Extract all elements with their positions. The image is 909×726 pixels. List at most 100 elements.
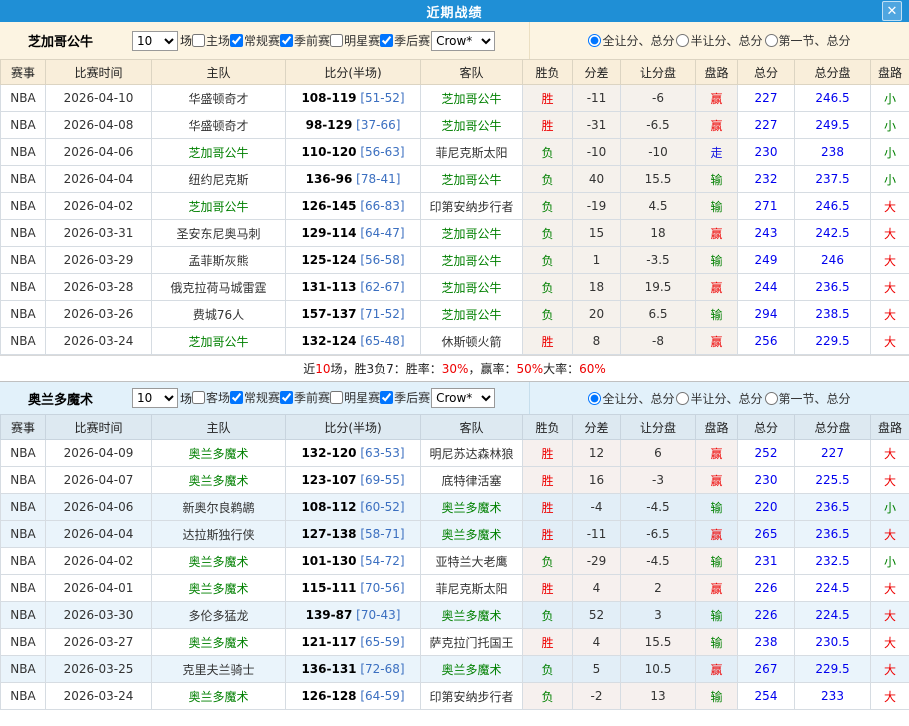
cell-league: NBA — [1, 166, 46, 193]
source-select[interactable]: Crow* — [431, 31, 495, 51]
period-radio[interactable]: 全让分、总分 — [588, 390, 674, 407]
radio-input[interactable] — [765, 34, 778, 47]
filter-checkbox[interactable]: 常规赛 — [230, 389, 280, 406]
checkbox-input[interactable] — [280, 391, 293, 404]
cell-over-under: 大 — [871, 328, 909, 355]
checkbox-input[interactable] — [192, 34, 205, 47]
cell-handicap-result: 输 — [696, 548, 738, 575]
table-row: NBA2026-03-31圣安东尼奥马刺129-114 [64-47]芝加哥公牛… — [1, 220, 909, 247]
cell-handicap-result: 赢 — [696, 440, 738, 467]
period-radio[interactable]: 半让分、总分 — [676, 390, 762, 407]
table-row: NBA2026-04-06新奥尔良鹈鹕108-112 [60-52]奥兰多魔术胜… — [1, 494, 909, 521]
filter-checkbox[interactable]: 明星赛 — [330, 389, 380, 406]
games-count-select[interactable]: 10 — [132, 388, 178, 408]
cell-total-line: 236.5 — [795, 521, 871, 548]
cell-total-line: 229.5 — [795, 656, 871, 683]
cell-handicap-line: 6 — [621, 440, 696, 467]
summary-segment: 60% — [579, 362, 606, 376]
column-header: 客队 — [421, 60, 523, 85]
radio-input[interactable] — [676, 392, 689, 405]
table-row: NBA2026-03-24奥兰多魔术126-128 [64-59]印第安纳步行者… — [1, 683, 909, 710]
filter-checkbox[interactable]: 季后赛 — [380, 389, 430, 406]
table-row: NBA2026-04-10华盛顿奇才108-119 [51-52]芝加哥公牛胜-… — [1, 85, 909, 112]
radio-input[interactable] — [676, 34, 689, 47]
radio-input[interactable] — [588, 392, 601, 405]
cell-total-points: 267 — [738, 656, 795, 683]
filter-checkbox[interactable]: 季前赛 — [280, 32, 330, 49]
cell-home-team: 芝加哥公牛 — [152, 139, 286, 166]
cell-home-team: 奥兰多魔术 — [152, 467, 286, 494]
cell-handicap-line: -8 — [621, 328, 696, 355]
cell-date: 2026-03-27 — [46, 629, 152, 656]
cell-point-diff: 40 — [573, 166, 621, 193]
summary-segment: 10 — [315, 362, 330, 376]
filter-checkbox[interactable]: 季后赛 — [380, 32, 430, 49]
cell-result: 负 — [523, 301, 573, 328]
source-select[interactable]: Crow* — [431, 388, 495, 408]
cell-over-under: 大 — [871, 440, 909, 467]
cell-home-team: 奥兰多魔术 — [152, 440, 286, 467]
checkbox-input[interactable] — [330, 34, 343, 47]
cell-over-under: 大 — [871, 575, 909, 602]
filter-checkbox[interactable]: 主场 — [192, 32, 230, 49]
cell-league: NBA — [1, 301, 46, 328]
cell-point-diff: -11 — [573, 85, 621, 112]
radio-input[interactable] — [765, 392, 778, 405]
filter-checkbox-group: 客场常规赛季前赛明星赛季后赛 — [192, 389, 430, 407]
cell-score: 121-117 [65-59] — [286, 629, 421, 656]
summary-segment: 大率： — [543, 360, 579, 377]
cell-home-team: 奥兰多魔术 — [152, 548, 286, 575]
cell-home-team: 华盛顿奇才 — [152, 85, 286, 112]
cell-handicap-line: -6.5 — [621, 521, 696, 548]
cell-league: NBA — [1, 247, 46, 274]
games-count-select[interactable]: 10 — [132, 31, 178, 51]
cell-score: 131-113 [62-67] — [286, 274, 421, 301]
checkbox-input[interactable] — [380, 34, 393, 47]
cell-date: 2026-04-04 — [46, 521, 152, 548]
table-row: NBA2026-03-24芝加哥公牛132-124 [65-48]休斯顿火箭胜8… — [1, 328, 909, 355]
checkbox-input[interactable] — [380, 391, 393, 404]
period-radio[interactable]: 第一节、总分 — [765, 32, 851, 49]
filter-checkbox[interactable]: 客场 — [192, 389, 230, 406]
cell-away-team: 亚特兰大老鹰 — [421, 548, 523, 575]
cell-handicap-result: 赢 — [696, 521, 738, 548]
column-header: 盘路 — [871, 60, 909, 85]
cell-result: 负 — [523, 247, 573, 274]
checkbox-input[interactable] — [230, 34, 243, 47]
cell-total-points: 256 — [738, 328, 795, 355]
cell-home-team: 芝加哥公牛 — [152, 328, 286, 355]
checkbox-input[interactable] — [280, 34, 293, 47]
cell-over-under: 大 — [871, 467, 909, 494]
table-row: NBA2026-04-06芝加哥公牛110-120 [56-63]菲尼克斯太阳负… — [1, 139, 909, 166]
column-header: 分差 — [573, 60, 621, 85]
close-button[interactable]: ✕ — [882, 1, 902, 21]
cell-point-diff: 4 — [573, 575, 621, 602]
cell-total-line: 246 — [795, 247, 871, 274]
close-icon: ✕ — [887, 5, 898, 18]
checkbox-input[interactable] — [330, 391, 343, 404]
filter-checkbox[interactable]: 常规赛 — [230, 32, 280, 49]
cell-league: NBA — [1, 274, 46, 301]
cell-point-diff: -4 — [573, 494, 621, 521]
checkbox-input[interactable] — [230, 391, 243, 404]
cell-home-team: 新奥尔良鹈鹕 — [152, 494, 286, 521]
checkbox-input[interactable] — [192, 391, 205, 404]
filter-checkbox[interactable]: 季前赛 — [280, 389, 330, 406]
cell-home-team: 奥兰多魔术 — [152, 683, 286, 710]
cell-total-line: 249.5 — [795, 112, 871, 139]
period-radio[interactable]: 半让分、总分 — [676, 32, 762, 49]
cell-total-points: 226 — [738, 575, 795, 602]
cell-date: 2026-03-28 — [46, 274, 152, 301]
cell-date: 2026-04-07 — [46, 467, 152, 494]
cell-date: 2026-04-02 — [46, 548, 152, 575]
column-header: 客队 — [421, 415, 523, 440]
radio-input[interactable] — [588, 34, 601, 47]
table-row: NBA2026-04-01奥兰多魔术115-111 [70-56]菲尼克斯太阳胜… — [1, 575, 909, 602]
cell-league: NBA — [1, 112, 46, 139]
period-radio[interactable]: 第一节、总分 — [765, 390, 851, 407]
column-header: 比分(半场) — [286, 60, 421, 85]
filter-checkbox[interactable]: 明星赛 — [330, 32, 380, 49]
period-radio[interactable]: 全让分、总分 — [588, 32, 674, 49]
cell-point-diff: -29 — [573, 548, 621, 575]
cell-total-points: 220 — [738, 494, 795, 521]
